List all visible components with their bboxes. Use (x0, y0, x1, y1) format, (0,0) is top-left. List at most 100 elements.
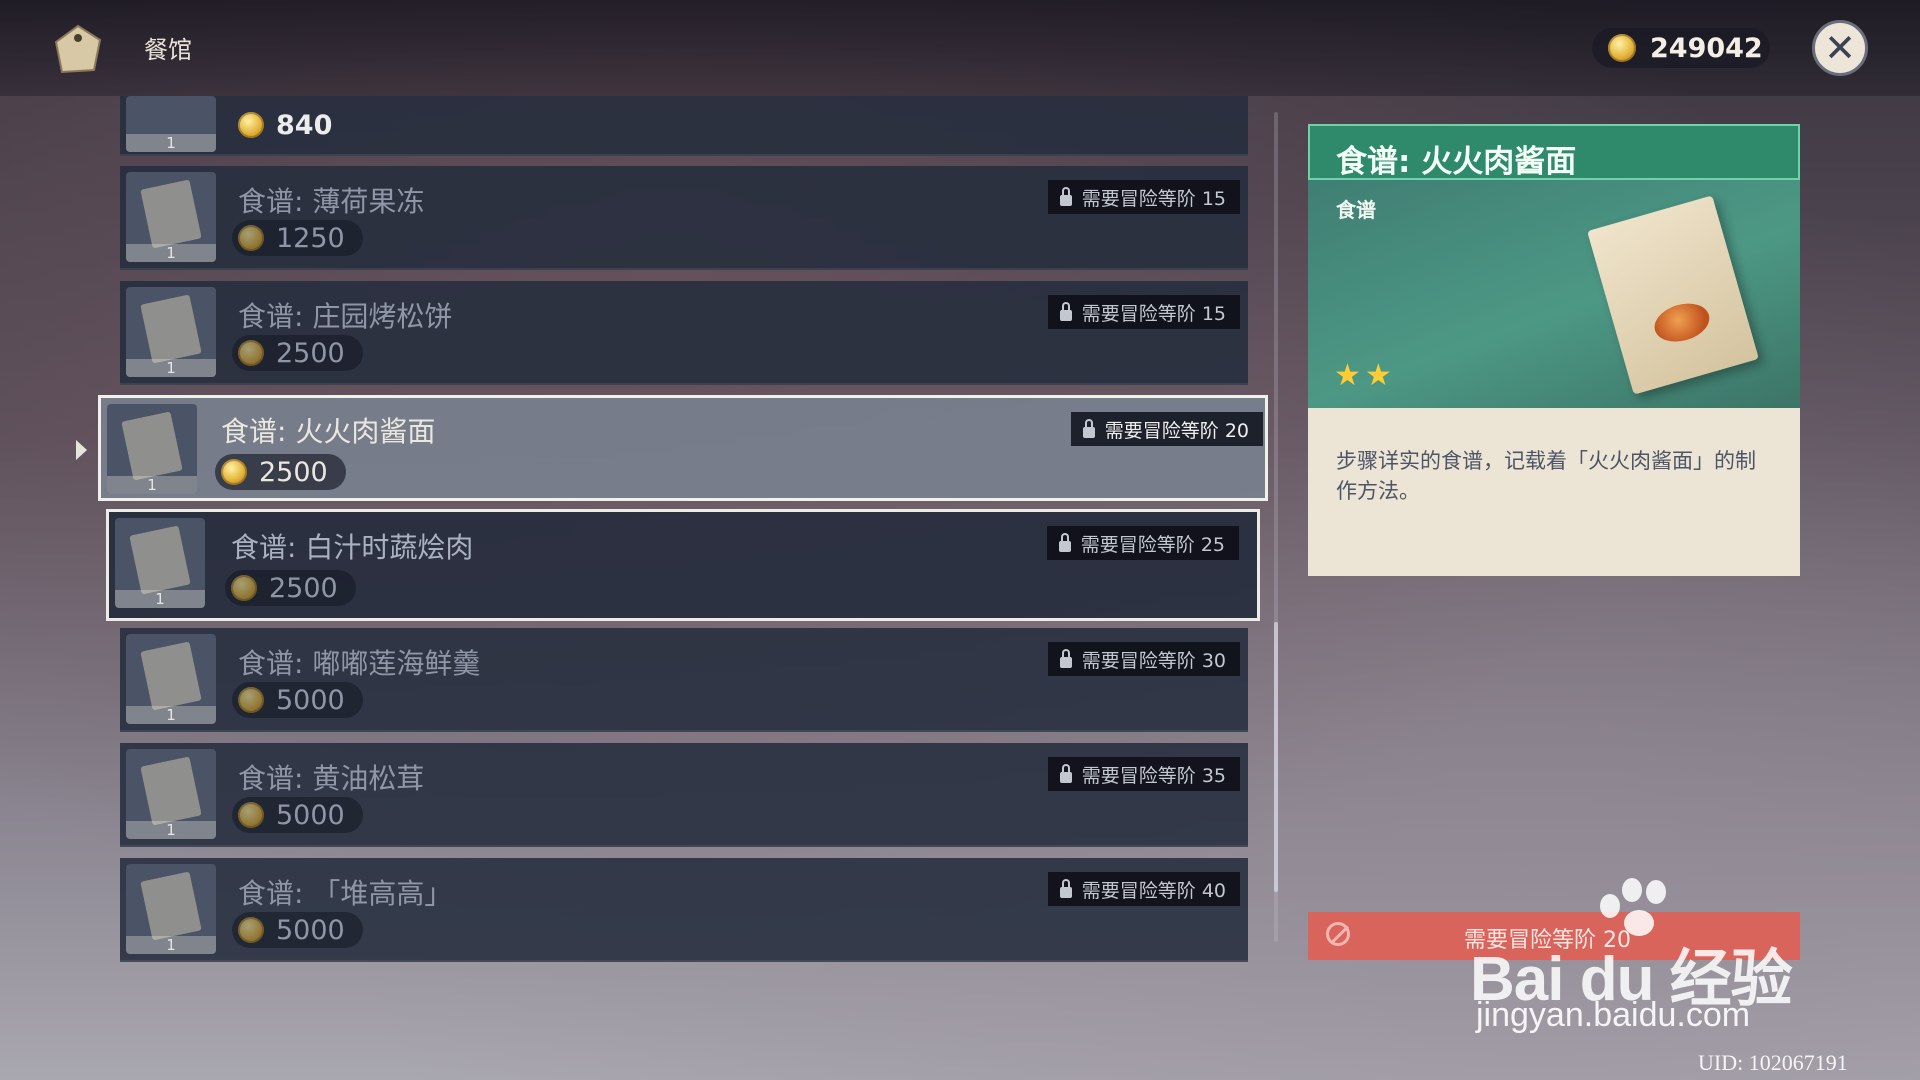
mora-coin-icon (238, 112, 264, 138)
prohibited-icon (1326, 922, 1350, 946)
item-quantity: 1 (126, 821, 216, 839)
shop-item-row-hover[interactable]: 1 食谱: 白汁时蔬烩肉 2500 需要冒险等阶 25 (106, 509, 1260, 621)
item-thumbnail: 1 (126, 864, 216, 954)
lock-icon (1059, 648, 1072, 668)
item-name: 食谱: 白汁时蔬烩肉 (231, 531, 474, 564)
item-price-value: 840 (276, 109, 333, 141)
baidu-paw-logo (1600, 876, 1670, 936)
lock-text: 需要冒险等阶 15 (1081, 302, 1226, 325)
item-thumbnail: 1 (126, 96, 216, 152)
lock-text: 需要冒险等阶 25 (1080, 533, 1225, 556)
level-lock-badge: 需要冒险等阶 40 (1047, 872, 1240, 906)
item-price-value: 2500 (276, 337, 345, 369)
detail-header: 食谱: 火火肉酱面 (1308, 124, 1800, 180)
shop-item-row[interactable]: 1 食谱: 薄荷果冻 1250 需要冒险等阶 15 (120, 166, 1248, 270)
lock-text: 需要冒险等阶 15 (1081, 187, 1226, 210)
mora-coin-icon (221, 459, 247, 485)
lock-icon (1059, 763, 1072, 783)
shop-item-row[interactable]: 1 食谱: 黄油松茸 5000 需要冒险等阶 35 (120, 743, 1248, 847)
mora-coin-icon (238, 687, 264, 713)
level-lock-badge: 需要冒险等阶 15 (1047, 295, 1240, 329)
lock-icon (1082, 418, 1095, 438)
mora-coin-icon (238, 802, 264, 828)
item-quantity: 1 (126, 936, 216, 954)
shop-item-row-selected[interactable]: 1 食谱: 火火肉酱面 2500 需要冒险等阶 20 (98, 395, 1268, 501)
shop-item-row[interactable]: 1 食谱: 嘟嘟莲海鲜羹 5000 需要冒险等阶 30 (120, 628, 1248, 732)
detail-description-box: 步骤详实的食谱，记载着「火火肉酱面」的制作方法。 (1308, 408, 1800, 576)
item-name: 食谱: 薄荷果冻 (238, 185, 425, 218)
item-price-value: 5000 (276, 914, 345, 946)
item-price: 840 (232, 107, 350, 143)
detail-category: 食谱 (1336, 198, 1376, 222)
item-thumbnail: 1 (126, 634, 216, 724)
selection-arrow-icon (76, 440, 87, 460)
item-price: 5000 (232, 797, 363, 833)
lock-text: 需要冒险等阶 30 (1081, 649, 1226, 672)
detail-art: 食谱 ★★ (1308, 180, 1800, 408)
recipe-scroll-image (1587, 195, 1759, 395)
item-name: 食谱: 「堆高高」 (238, 877, 453, 910)
item-price: 5000 (232, 912, 363, 948)
item-thumbnail: 1 (126, 287, 216, 377)
level-lock-badge: 需要冒险等阶 25 (1046, 526, 1239, 560)
item-thumbnail: 1 (126, 749, 216, 839)
level-lock-badge: 需要冒险等阶 35 (1047, 757, 1240, 791)
item-price-value: 5000 (276, 799, 345, 831)
detail-description: 步骤详实的食谱，记载着「火火肉酱面」的制作方法。 (1336, 449, 1756, 503)
recipe-paper-icon (140, 294, 202, 364)
mora-coin-icon (238, 340, 264, 366)
mora-coin-icon (1608, 34, 1636, 62)
rarity-stars: ★★ (1334, 358, 1396, 393)
item-price: 2500 (215, 454, 346, 490)
shop-item-row[interactable]: 1 840 (120, 96, 1248, 156)
item-quantity: 1 (107, 476, 197, 494)
recipe-paper-icon (140, 756, 202, 826)
item-price: 5000 (232, 682, 363, 718)
item-price-value: 5000 (276, 684, 345, 716)
item-thumbnail: 1 (115, 518, 205, 608)
lock-icon (1058, 532, 1071, 552)
item-name: 食谱: 黄油松茸 (238, 762, 425, 795)
watermark-url: jingyan.baidu.com (1476, 996, 1751, 1034)
lock-text: 需要冒险等阶 20 (1104, 419, 1249, 442)
scrollbar-thumb[interactable] (1274, 622, 1278, 892)
item-price-value: 2500 (269, 572, 338, 604)
level-lock-badge: 需要冒险等阶 15 (1047, 180, 1240, 214)
mora-balance: 249042 (1592, 28, 1770, 68)
item-price: 2500 (232, 335, 363, 371)
level-lock-badge: 需要冒险等阶 20 (1070, 412, 1263, 446)
baidu-watermark: Bai du 经验 jingyan.baidu.com (1470, 876, 1850, 1034)
item-price-value: 2500 (259, 456, 328, 488)
item-detail-panel: 食谱: 火火肉酱面 食谱 ★★ 步骤详实的食谱，记载着「火火肉酱面」的制作方法。 (1308, 124, 1800, 576)
item-name: 食谱: 嘟嘟莲海鲜羹 (238, 647, 481, 680)
player-uid: UID: 102067191 (1698, 1050, 1848, 1075)
item-quantity: 1 (126, 244, 216, 262)
list-scrollbar[interactable] (1274, 112, 1278, 942)
recipe-paper-icon (129, 525, 191, 595)
shop-item-row[interactable]: 1 食谱: 庄园烤松饼 2500 需要冒险等阶 15 (120, 281, 1248, 385)
mora-coin-icon (238, 917, 264, 943)
lock-icon (1059, 878, 1072, 898)
lock-icon (1059, 301, 1072, 321)
mora-amount: 249042 (1650, 32, 1763, 64)
recipe-paper-icon (121, 411, 183, 481)
shop-item-row[interactable]: 1 食谱: 「堆高高」 5000 需要冒险等阶 40 (120, 858, 1248, 962)
shop-item-list: 1 840 1 食谱: 薄荷果冻 1250 需要冒险等阶 15 1 食谱: 庄园… (0, 0, 1300, 1080)
item-thumbnail: 1 (107, 404, 197, 494)
mora-coin-icon (238, 225, 264, 251)
recipe-paper-icon (140, 179, 202, 249)
dish-icon (1650, 297, 1714, 348)
item-price: 1250 (232, 220, 363, 256)
recipe-paper-icon (140, 871, 202, 941)
recipe-paper-icon (140, 641, 202, 711)
item-thumbnail: 1 (126, 172, 216, 262)
lock-text: 需要冒险等阶 35 (1081, 764, 1226, 787)
item-quantity: 1 (115, 590, 205, 608)
close-button[interactable]: ✕ (1812, 20, 1868, 76)
mora-coin-icon (231, 575, 257, 601)
item-name: 食谱: 庄园烤松饼 (238, 300, 453, 333)
detail-title: 食谱: 火火肉酱面 (1336, 144, 1577, 180)
item-name: 食谱: 火火肉酱面 (221, 415, 436, 448)
level-lock-badge: 需要冒险等阶 30 (1047, 642, 1240, 676)
close-icon: ✕ (1824, 26, 1856, 70)
